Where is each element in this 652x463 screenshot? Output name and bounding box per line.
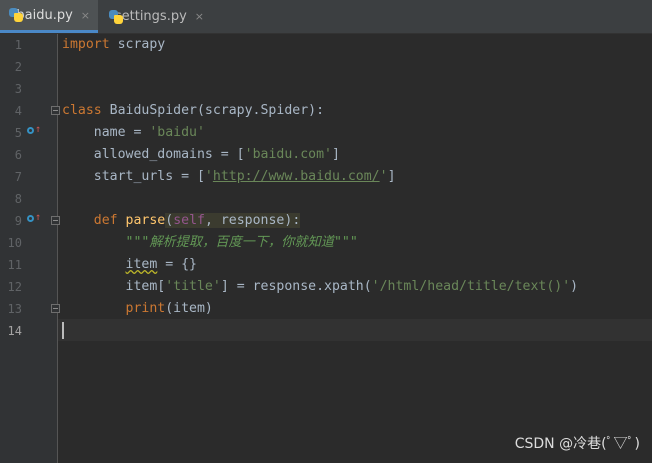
line-number: 11 [7,258,22,272]
line-number: 3 [14,82,22,96]
tab-baidu-py[interactable]: baidu.py × [0,0,98,33]
warning-underline: item [125,257,158,272]
url-link[interactable]: http://www.baidu.com/ [213,169,380,184]
line-number-gutter[interactable]: 1 2 3 4 5 6 7 8 9 10 11 12 13 14 ↑ ↑ [0,34,60,463]
code-line-6: allowed_domains = ['baidu.com'] [62,147,340,162]
code-line-12: item['title'] = response.xpath('/html/he… [125,279,579,294]
line-number: 10 [7,236,22,250]
tab-label: baidu.py [16,7,73,23]
line-number: 2 [14,60,22,74]
code-line-4: class BaiduSpider(scrapy.Spider): [62,103,325,118]
override-method-icon[interactable]: ↑ [27,125,41,137]
code-line-1: import scrapy [62,37,166,52]
code-line-13: print(item) [125,301,213,316]
line-number: 5 [14,126,22,140]
code-line-5: name = 'baidu' [62,125,205,140]
editor-tab-bar: baidu.py × settings.py × [0,0,652,34]
line-number: 8 [14,192,22,206]
code-editor[interactable]: import scrapy class BaiduSpider(scrapy.S… [58,34,652,463]
python-file-icon [109,9,123,24]
tab-label: settings.py [114,9,187,24]
close-icon[interactable]: × [81,9,90,22]
override-method-icon[interactable]: ↑ [27,213,41,225]
close-icon[interactable]: × [195,10,204,23]
code-line-10: """解析提取，百度一下，你就知道""" [125,235,358,250]
code-line-11: item = {} [125,257,197,272]
line-number: 1 [14,38,22,52]
code-line-9: def parse(self, response): [93,213,301,228]
line-number: 7 [14,170,22,184]
line-number: 12 [7,280,22,294]
line-number: 13 [7,302,22,316]
tab-settings-py[interactable]: settings.py × [100,0,212,33]
line-number-current: 14 [7,324,22,338]
line-number: 9 [14,214,22,228]
line-number: 4 [14,104,22,118]
code-line-7: start_urls = ['http://www.baidu.com/'] [62,169,396,184]
text-caret [62,322,64,339]
line-number: 6 [14,148,22,162]
current-line-highlight [58,319,652,341]
python-file-icon [9,8,23,22]
watermark: CSDN @冷巷(ﾟ▽ﾟ) [514,436,640,452]
